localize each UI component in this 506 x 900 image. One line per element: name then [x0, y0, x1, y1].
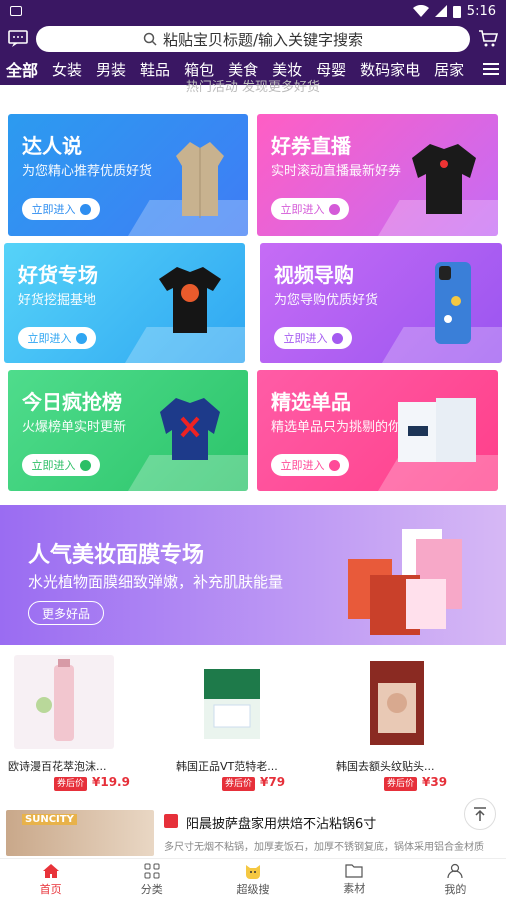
card-subtitle: 为您精心推荐优质好货 [22, 164, 153, 179]
more-goods-button[interactable]: 更多好品 [28, 601, 104, 625]
mask-products-image [348, 529, 462, 635]
coat-image [176, 142, 224, 218]
card-subtitle: 为您导购优质好货 [274, 293, 379, 308]
product-item[interactable]: 韩国去额头纹贴头... 券后价 ¥39 [334, 655, 474, 791]
card-subtitle: 好货挖掘基地 [18, 293, 97, 308]
coupon-tag: 券后价 [222, 777, 256, 791]
product-price: ¥39 [422, 775, 448, 789]
product-item[interactable]: 韩国正品VT范特老... 券后价 ¥79 [170, 655, 310, 791]
product-image [180, 655, 280, 749]
card-title: 精选单品 [271, 390, 351, 414]
bottom-tab-bar: 首页 分类 超级搜 素材 我的 [0, 858, 506, 900]
search-placeholder: 粘贴宝贝标题/输入关键字搜索 [162, 30, 364, 49]
sweater-image [412, 144, 476, 214]
enter-button[interactable]: 立即进入 [274, 327, 352, 349]
product-image [14, 655, 114, 749]
grid-icon [144, 863, 160, 878]
tab-material[interactable]: 素材 [304, 859, 405, 900]
enter-button[interactable]: 立即进入 [271, 198, 349, 220]
app-header: 5:16 粘贴宝贝标题/输入关键字搜索 全部 女装 男装 鞋品 箱包 美食 美妆… [0, 0, 506, 85]
card-daren[interactable]: 达人说 为您精心推荐优质好货 立即进入 [8, 114, 248, 236]
enter-button[interactable]: 立即进入 [271, 454, 349, 476]
card-coupon-live[interactable]: 好券直播 实时滚动直播最新好券 立即进入 [257, 114, 498, 236]
product-name: 欧诗漫百花萃泡沫... [8, 760, 107, 773]
folder-icon [345, 864, 363, 878]
signal-icon [434, 5, 447, 17]
card-subtitle: 火爆榜单实时更新 [22, 420, 127, 435]
banner-subtitle: 水光植物面膜细致弹嫩，补充肌肤能量 [28, 573, 284, 591]
product-item[interactable]: 欧诗漫百花萃泡沫... 券后价 ¥19.9 [8, 655, 148, 791]
cart-icon[interactable] [478, 30, 498, 48]
product-name: 韩国去额头纹贴头... [336, 760, 435, 773]
tab-home[interactable]: 首页 [0, 859, 101, 900]
product-name: 韩国正品VT范特老... [176, 760, 278, 773]
wifi-icon [412, 5, 429, 17]
enter-button[interactable]: 立即进入 [18, 327, 96, 349]
card-title: 好货专场 [18, 263, 98, 287]
card-subtitle: 精选单品只为挑剔的你 [271, 420, 402, 435]
tab-mine[interactable]: 我的 [405, 859, 506, 900]
feed-image: SUNCITY [6, 810, 154, 856]
enter-button[interactable]: 立即进入 [22, 454, 100, 476]
tab-super-search[interactable]: 超级搜 [202, 859, 303, 900]
card-selected[interactable]: 精选单品 精选单品只为挑剔的你 立即进入 [257, 370, 498, 491]
coupon-tag: 券后价 [54, 777, 88, 791]
tab-category[interactable]: 分类 [101, 859, 202, 900]
card-good-goods[interactable]: 好货专场 好货挖掘基地 立即进入 [4, 243, 245, 363]
phone-case-image [435, 262, 471, 344]
home-icon [42, 863, 59, 878]
feed-desc: 多尺寸无烟不粘锅，加厚麦饭石，加厚不锈钢复底，锅体采用铝合金材质 [164, 842, 484, 853]
card-title: 好券直播 [271, 134, 351, 158]
card-subtitle: 实时滚动直播最新好券 [271, 164, 402, 179]
card-video-guide[interactable]: 视频导购 为您导购优质好货 立即进入 [260, 243, 502, 363]
status-bar: 5:16 [0, 0, 506, 22]
product-price: ¥19.9 [92, 775, 130, 789]
cat-search-icon [246, 864, 260, 879]
card-hot-rank[interactable]: 今日疯抢榜 火爆榜单实时更新 立即进入 [8, 370, 248, 491]
section-hint: 热门活动 发现更多好货 [185, 80, 321, 95]
sweatshirt-image [160, 398, 220, 460]
status-time: 5:16 [466, 3, 496, 19]
battery-icon [452, 5, 461, 18]
arrow-up-icon [474, 807, 486, 821]
tshirt-image [159, 267, 221, 333]
card-title: 今日疯抢榜 [22, 390, 122, 414]
user-icon [447, 863, 464, 878]
message-icon[interactable] [8, 30, 28, 48]
product-image [344, 655, 444, 749]
feed-title: 阳晨披萨盘家用烘焙不沾粘锅6寸 [186, 817, 377, 832]
notification-icon [10, 6, 22, 16]
search-input[interactable]: 粘贴宝贝标题/输入关键字搜索 [36, 26, 470, 52]
search-icon [143, 32, 157, 46]
coupon-tag: 券后价 [384, 777, 418, 791]
feed-item[interactable]: SUNCITY 阳晨披萨盘家用烘焙不沾粘锅6寸 多尺寸无烟不粘锅，加厚麦饭石，加… [0, 810, 506, 856]
shop-logo-icon [164, 814, 178, 828]
card-title: 视频导购 [274, 263, 354, 287]
card-title: 达人说 [22, 134, 82, 158]
enter-button[interactable]: 立即进入 [22, 198, 100, 220]
mask-box-image [398, 398, 476, 462]
banner-title: 人气美妆面膜专场 [28, 543, 205, 568]
back-to-top-button[interactable] [464, 798, 496, 830]
promo-banner[interactable]: 人气美妆面膜专场 水光植物面膜细致弹嫩，补充肌肤能量 更多好品 [0, 505, 506, 645]
product-price: ¥79 [260, 775, 286, 789]
